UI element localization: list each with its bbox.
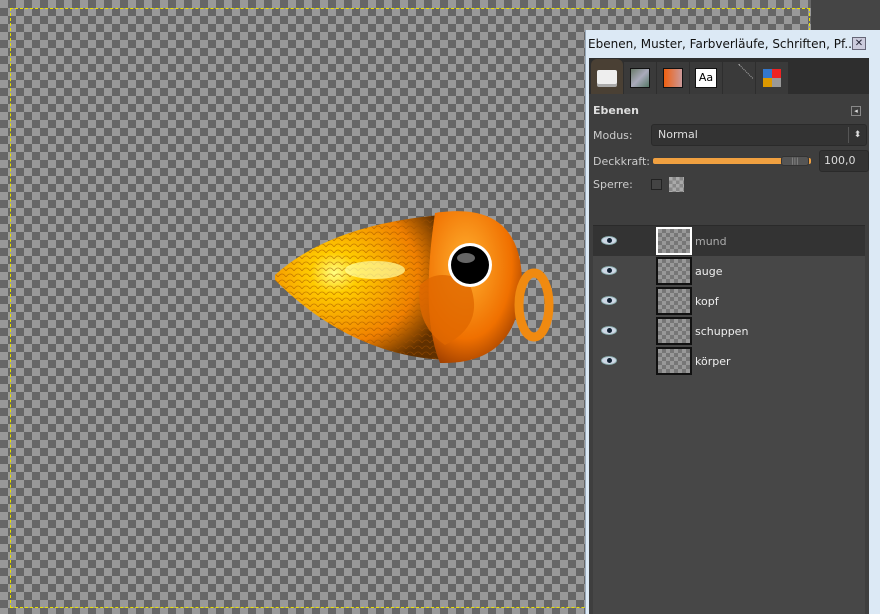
tab-paths[interactable] <box>723 62 755 94</box>
layer-thumbnail <box>656 287 692 315</box>
mode-label: Modus: <box>593 128 633 142</box>
lock-alpha-icon[interactable] <box>669 176 684 192</box>
fonts-icon: Aa <box>695 68 717 88</box>
layer-row[interactable]: körper <box>593 346 865 376</box>
layer-name: körper <box>695 354 731 368</box>
patterns-icon <box>630 68 650 88</box>
layer-thumbnail <box>656 227 692 255</box>
opacity-value: 100,0 <box>824 154 856 167</box>
paths-icon <box>724 63 754 93</box>
eye-icon[interactable] <box>601 296 617 305</box>
layer-name: mund <box>695 234 727 248</box>
dock-panel: Ebenen, Muster, Farbverläufe, Schriften,… <box>585 30 880 614</box>
panel-titlebar[interactable]: Ebenen, Muster, Farbverläufe, Schriften,… <box>586 30 880 58</box>
panel-heading: Ebenen <box>593 104 639 117</box>
lock-pixels-checkbox[interactable] <box>651 178 662 190</box>
lock-label: Sperre: <box>593 177 633 191</box>
eye-icon[interactable] <box>601 326 617 335</box>
layer-row[interactable]: auge <box>593 256 865 286</box>
layer-thumbnail <box>656 257 692 285</box>
panel-menu-icon[interactable]: ◂ <box>851 105 861 116</box>
palettes-icon <box>763 69 781 87</box>
tab-patterns[interactable] <box>624 62 656 94</box>
layer-name: schuppen <box>695 324 749 338</box>
dock-tabs: Aa <box>589 58 869 94</box>
tab-palettes[interactable] <box>756 62 788 94</box>
slider-handle[interactable]: ||| <box>781 156 809 166</box>
layers-icon <box>597 69 617 84</box>
layer-row[interactable]: schuppen <box>593 316 865 346</box>
gradients-icon <box>663 68 683 88</box>
spin-icon: ⬍ <box>848 127 866 143</box>
tab-gradients[interactable] <box>657 62 689 94</box>
layer-row[interactable]: kopf <box>593 286 865 316</box>
workspace-background <box>811 0 880 30</box>
eye-icon[interactable] <box>601 236 617 245</box>
tab-fonts[interactable]: Aa <box>690 62 722 94</box>
opacity-input[interactable]: 100,0 <box>819 150 869 172</box>
close-icon[interactable]: ✕ <box>852 37 866 50</box>
mode-value: Normal <box>658 128 698 141</box>
eye-icon[interactable] <box>601 266 617 275</box>
layer-name: kopf <box>695 294 719 308</box>
layer-row[interactable]: mund <box>593 226 865 256</box>
tab-layers[interactable] <box>591 59 623 94</box>
panel-title: Ebenen, Muster, Farbverläufe, Schriften,… <box>588 37 856 51</box>
layer-list: mund auge kopf schuppen körper <box>593 225 865 614</box>
mode-select[interactable]: Normal ⬍ <box>651 124 867 146</box>
layer-thumbnail <box>656 317 692 345</box>
opacity-label: Deckkraft: <box>593 154 650 168</box>
eye-icon[interactable] <box>601 356 617 365</box>
fish-image <box>275 211 554 364</box>
layer-name: auge <box>695 264 723 278</box>
layer-thumbnail <box>656 347 692 375</box>
